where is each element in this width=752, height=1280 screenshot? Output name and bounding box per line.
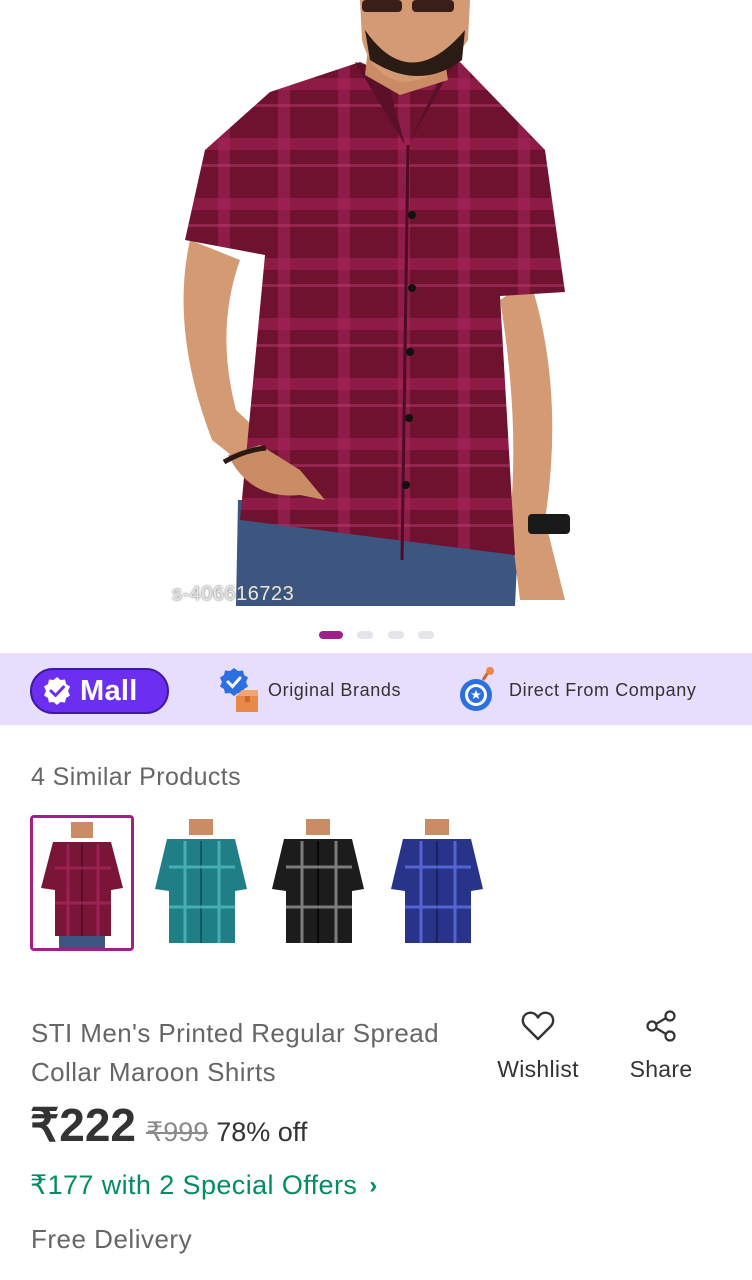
company-badge-icon [460, 667, 494, 711]
mall-verified-icon [44, 677, 70, 705]
heart-icon [521, 1011, 555, 1041]
share-label: Share [629, 1056, 693, 1082]
share-button[interactable]: Share [626, 1010, 696, 1083]
wishlist-label: Wishlist [497, 1056, 579, 1082]
mall-label: Mall [80, 674, 138, 707]
special-offers-label: ₹177 with 2 Special Offers [30, 1170, 358, 1200]
carousel-dot[interactable] [418, 631, 434, 639]
similar-product-thumb[interactable] [149, 815, 253, 951]
similar-product-thumb[interactable] [30, 815, 134, 951]
product-image[interactable]: s-406616723 [0, 0, 752, 612]
product-photo-illustration [183, 0, 570, 606]
discount-percent: 78% off [216, 1117, 308, 1147]
verified-box-icon [220, 668, 258, 712]
shirt-thumbnail [266, 815, 370, 951]
direct-from-company-item: Direct From Company [457, 665, 696, 715]
shirt-thumbnail [33, 818, 131, 948]
carousel-dot[interactable] [357, 631, 373, 639]
original-price: ₹999 [146, 1117, 209, 1147]
direct-from-company-label: Direct From Company [509, 679, 697, 700]
image-watermark: s-406616723 [172, 583, 295, 605]
similar-products-title: 4 Similar Products [31, 763, 242, 791]
product-title: STI Men's Printed Regular Spread Collar … [31, 1018, 439, 1087]
selling-price: ₹222 [30, 1099, 137, 1151]
similar-product-thumb[interactable] [266, 815, 370, 951]
price-row: ₹222 ₹999 78% off [30, 1098, 307, 1152]
chevron-right-icon: › [369, 1171, 378, 1199]
mall-badge[interactable]: Mall [30, 668, 169, 714]
similar-product-thumb[interactable] [385, 815, 489, 951]
share-icon [646, 1010, 676, 1042]
shirt-thumbnail [385, 815, 489, 951]
original-brands-label: Original Brands [268, 679, 402, 700]
wishlist-button[interactable]: Wishlist [492, 1010, 584, 1083]
image-carousel-indicator [0, 631, 752, 641]
delivery-info: Free Delivery [31, 1224, 193, 1254]
special-offers-link[interactable]: ₹177 with 2 Special Offers › [30, 1170, 378, 1201]
mall-assurance-strip: Mall Original Brands Direct From Company [0, 653, 752, 725]
carousel-dot-active[interactable] [319, 631, 343, 639]
original-brands-item: Original Brands [216, 665, 401, 715]
shirt-thumbnail [149, 815, 253, 951]
carousel-dot[interactable] [388, 631, 404, 639]
